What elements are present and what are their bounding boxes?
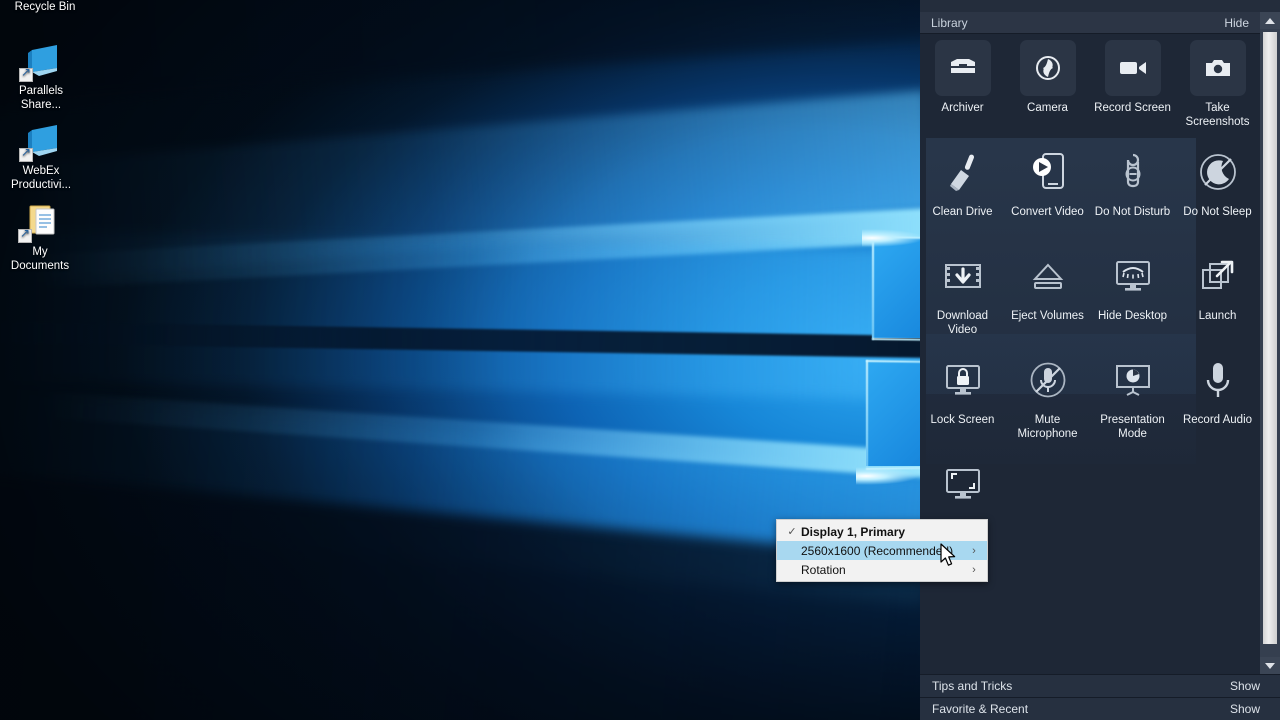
library-item-launch[interactable]: Launch — [1175, 242, 1260, 346]
library-item-camera[interactable]: Camera — [1005, 34, 1090, 138]
menu-item-rotation[interactable]: Rotation › — [777, 560, 987, 579]
footer-row-label: Favorite & Recent — [932, 702, 1029, 716]
phone-play-icon — [1020, 144, 1076, 200]
library-item-eject-volumes[interactable]: Eject Volumes — [1005, 242, 1090, 346]
my-documents-icon — [18, 203, 62, 243]
library-item-label: Take Screenshots — [1185, 102, 1250, 128]
footer-row-label: Tips and Tricks — [932, 679, 1013, 693]
menu-item-label: 2560x1600 (Recommended) — [801, 543, 954, 558]
scroll-up-button[interactable] — [1260, 12, 1280, 29]
library-item-label: Archiver — [941, 102, 984, 114]
archiver-icon — [934, 40, 991, 96]
footer-row-show-button[interactable]: Show — [1230, 702, 1268, 716]
desktop-icon-my-documents[interactable]: My Documents — [2, 203, 78, 273]
microphone-muted-icon — [1020, 352, 1076, 408]
library-title: Library — [931, 15, 968, 30]
library-item-lock-screen[interactable]: Lock Screen — [920, 346, 1005, 450]
microphone-icon — [1190, 352, 1246, 408]
photo-camera-icon — [1189, 40, 1246, 96]
film-download-icon — [935, 248, 991, 304]
monitor-lock-icon — [935, 352, 991, 408]
monitor-resolution-icon — [935, 456, 991, 512]
panel-top-edge — [920, 0, 1280, 12]
library-item-label: Convert Video — [1011, 206, 1084, 218]
broom-icon — [935, 144, 991, 200]
library-item-label: Hide Desktop — [1097, 310, 1168, 322]
webex-productivity-icon — [19, 122, 63, 162]
library-item-label: Record Audio — [1182, 414, 1253, 426]
library-item-label: Launch — [1198, 310, 1237, 322]
monitor-eye-icon — [1105, 248, 1161, 304]
library-item-label: Presentation Mode — [1100, 414, 1165, 440]
library-item-record-screen[interactable]: Record Screen — [1090, 34, 1175, 138]
library-item-label: Do Not Sleep — [1183, 206, 1252, 218]
hide-library-button[interactable]: Hide — [1224, 16, 1249, 30]
library-item-grid: Archiver Camera Record Screen Take Scree… — [920, 34, 1260, 554]
scrollbar-thumb[interactable] — [1263, 32, 1277, 644]
library-item-label: Lock Screen — [930, 414, 995, 426]
scroll-down-button[interactable] — [1260, 657, 1280, 674]
presentation-chart-icon — [1105, 352, 1161, 408]
chevron-right-icon: › — [972, 544, 976, 557]
footer-row-show-button[interactable]: Show — [1230, 679, 1268, 693]
menu-item-label: Display 1, Primary — [801, 524, 906, 539]
library-item-label: Camera — [1027, 102, 1068, 114]
library-item-label: Download Video — [936, 310, 989, 336]
library-item-mute-microphone[interactable]: Mute Microphone — [1005, 346, 1090, 450]
desktop-wallpaper[interactable] — [0, 0, 920, 720]
desktop-icon-label: My Documents — [10, 246, 70, 272]
desktop-icon-label: WebEx Productivi... — [10, 165, 72, 191]
launch-arrow-icon — [1190, 248, 1246, 304]
library-item-label: Clean Drive — [932, 206, 993, 218]
menu-item-display-1-primary[interactable]: ✓ Display 1, Primary — [777, 522, 987, 541]
library-item-take-screenshots[interactable]: Take Screenshots — [1175, 34, 1260, 138]
video-camera-icon — [1104, 40, 1161, 96]
desktop-icon-label: Parallels Share... — [18, 85, 64, 111]
footer-row-tips-and-tricks[interactable]: Tips and Tricks Show — [920, 674, 1280, 697]
library-panel: Library Hide Archiver Camera Record Scre… — [920, 0, 1280, 720]
moon-crossed-icon — [1190, 144, 1246, 200]
library-item-do-not-sleep[interactable]: Do Not Sleep — [1175, 138, 1260, 242]
library-item-label: Eject Volumes — [1011, 310, 1084, 322]
library-header: Library Hide — [920, 12, 1260, 34]
desktop-icon-webex-productivity[interactable]: WebEx Productivi... — [0, 122, 82, 192]
footer-row-favorite-and-recent[interactable]: Favorite & Recent Show — [920, 697, 1280, 720]
desktop-icon-recycle-bin[interactable]: Recycle Bin — [0, 0, 90, 15]
desktop-icon-label: Recycle Bin — [14, 1, 76, 13]
library-item-record-audio[interactable]: Record Audio — [1175, 346, 1260, 450]
library-item-convert-video[interactable]: Convert Video — [1005, 138, 1090, 242]
chevron-up-icon — [1265, 17, 1275, 24]
library-item-clean-drive[interactable]: Clean Drive — [920, 138, 1005, 242]
library-item-archiver[interactable]: Archiver — [920, 34, 1005, 138]
library-footer: Tips and Tricks Show Favorite & Recent S… — [920, 674, 1280, 720]
library-scrollbar[interactable] — [1260, 12, 1280, 674]
menu-item-label: Rotation — [801, 562, 846, 577]
desktop-icon-parallels-share[interactable]: Parallels Share... — [3, 42, 79, 112]
library-item-do-not-disturb[interactable]: Do Not Disturb — [1090, 138, 1175, 242]
chevron-right-icon: › — [972, 563, 976, 576]
chevron-down-icon — [1265, 662, 1275, 669]
library-item-download-video[interactable]: Download Video — [920, 242, 1005, 346]
eject-icon — [1020, 248, 1076, 304]
parallels-share-icon — [19, 42, 63, 82]
wallpaper-vignette — [0, 0, 920, 720]
library-item-label: Mute Microphone — [1017, 414, 1078, 440]
library-item-hide-desktop[interactable]: Hide Desktop — [1090, 242, 1175, 346]
library-item-presentation-mode[interactable]: Presentation Mode — [1090, 346, 1175, 450]
checkmark-icon: ✓ — [787, 526, 797, 538]
library-item-label: Do Not Disturb — [1094, 206, 1171, 218]
menu-item-resolution[interactable]: 2560x1600 (Recommended) › — [777, 541, 987, 560]
display-context-menu: ✓ Display 1, Primary 2560x1600 (Recommen… — [776, 519, 988, 582]
door-hanger-icon — [1105, 144, 1161, 200]
library-item-label: Record Screen — [1094, 102, 1171, 114]
camera-aperture-icon — [1019, 40, 1076, 96]
